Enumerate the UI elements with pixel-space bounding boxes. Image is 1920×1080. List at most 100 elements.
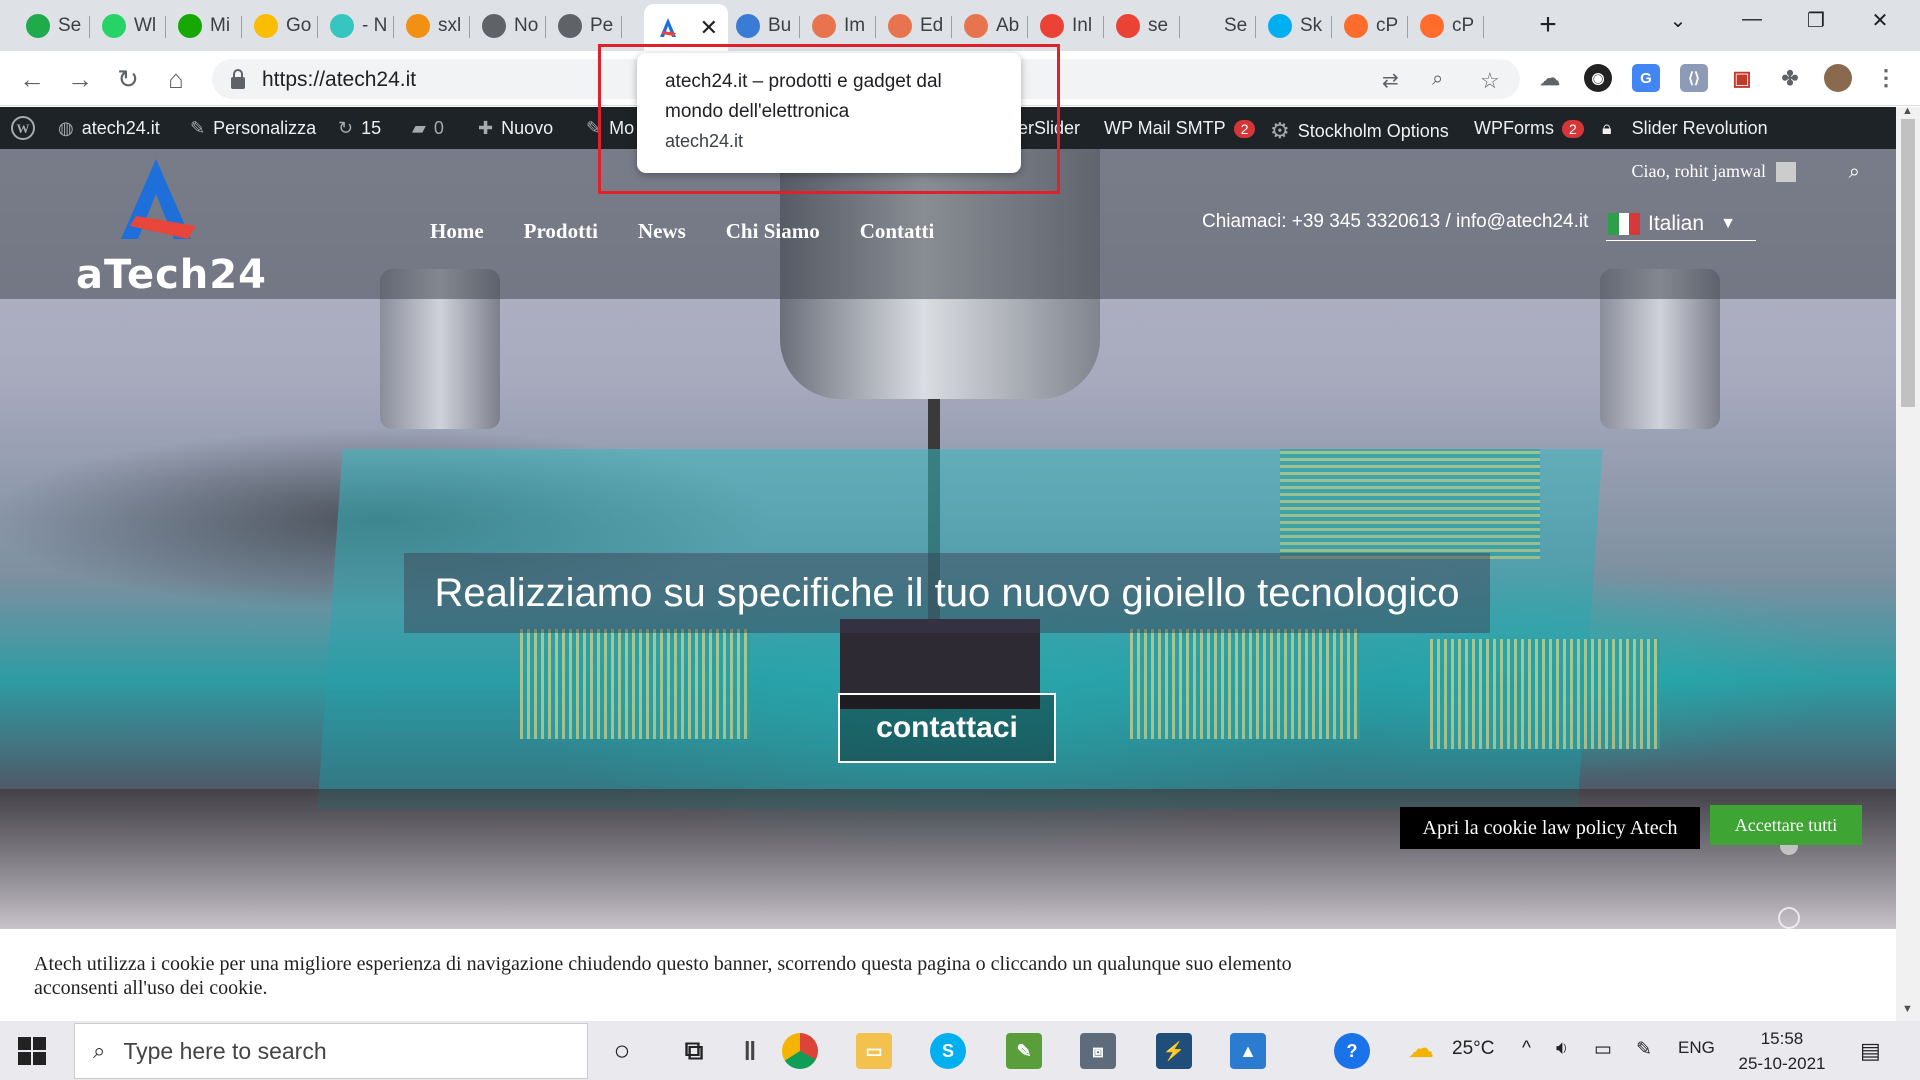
browser-tab[interactable]: Se <box>1180 6 1256 46</box>
phpmyadmin-icon <box>406 14 430 38</box>
notifications-icon[interactable]: ▤ <box>1860 1038 1881 1064</box>
taskbar-search[interactable]: ⌕ Type here to search <box>74 1023 588 1079</box>
accept-cookies-button[interactable]: Accettare tutti <box>1710 805 1862 845</box>
windows-start-icon[interactable] <box>18 1037 46 1065</box>
browser-tab[interactable]: No <box>470 6 546 46</box>
scroll-down-icon[interactable]: ▼ <box>1902 1003 1913 1015</box>
nav-news[interactable]: News <box>638 219 686 244</box>
photos-icon[interactable]: ▲ <box>1230 1033 1266 1069</box>
zoom-icon[interactable]: ⌕ <box>1432 68 1443 91</box>
tray-overflow-icon[interactable]: ^ <box>1522 1038 1531 1060</box>
extensions-puzzle-icon[interactable]: ✤ <box>1776 64 1804 92</box>
task-view-icon[interactable]: ⧉ <box>676 1033 712 1069</box>
browser-tab[interactable]: - N <box>318 6 394 46</box>
wp-comments[interactable]: ▰ 0 <box>412 118 444 139</box>
wp-wpforms[interactable]: WPForms 2 <box>1474 118 1584 139</box>
tab-search-icon[interactable]: ⌄ <box>1658 8 1698 33</box>
translate-icon[interactable]: ⇄ <box>1382 68 1399 93</box>
reload-icon[interactable]: ↻ <box>112 63 144 95</box>
contact-line: Chiamaci: +39 345 3320613 / info@atech24… <box>1202 211 1589 232</box>
browser-tab[interactable]: se <box>1104 6 1180 46</box>
wp-new[interactable]: ✚ Nuovo <box>478 118 553 139</box>
color-picker-extension-icon[interactable]: ◉ <box>1584 64 1612 92</box>
browser-tab[interactable]: Bu <box>724 6 800 46</box>
wp-updates[interactable]: ↻ 15 <box>338 118 381 139</box>
tab-label: - N <box>362 15 388 36</box>
volume-icon[interactable]: 🔉︎ <box>1556 1038 1568 1060</box>
scroll-up-icon[interactable]: ▲ <box>1902 105 1913 117</box>
search-icon[interactable]: ⌕ <box>1849 161 1860 184</box>
wordpress-icon: W <box>11 116 35 140</box>
file-explorer-icon[interactable]: ▭ <box>856 1033 892 1069</box>
scrollbar-thumb[interactable] <box>1901 119 1915 407</box>
browser-tab[interactable]: Pe <box>546 6 622 46</box>
pen-icon[interactable]: ✎ <box>1636 1038 1652 1061</box>
wp-mail-smtp[interactable]: WP Mail SMTP 2 <box>1104 118 1256 139</box>
new-tab-button[interactable]: + <box>1530 10 1566 42</box>
google-translate-extension-icon[interactable]: G <box>1632 64 1660 92</box>
browser-tab[interactable]: cP <box>1332 6 1408 46</box>
slide-title: Realizziamo su specifiche il tuo nuovo g… <box>404 553 1490 633</box>
search-icon: ⌕ <box>93 1038 106 1063</box>
atech-icon <box>656 16 680 40</box>
browser-tab[interactable]: Im <box>800 6 876 46</box>
back-icon[interactable]: ← <box>16 63 48 95</box>
cortana-icon[interactable]: ○ <box>604 1033 640 1069</box>
slider-nav-circle[interactable] <box>1778 907 1800 929</box>
temperature[interactable]: 25°C <box>1452 1038 1494 1060</box>
skype-icon[interactable]: S <box>930 1033 966 1069</box>
battery-icon[interactable]: ▭ <box>1594 1038 1612 1061</box>
profile-avatar[interactable] <box>1824 64 1852 92</box>
browser-tab[interactable]: Go <box>242 6 318 46</box>
image-editor-icon[interactable]: ✎ <box>1006 1033 1042 1069</box>
network-app-icon[interactable]: ⧈ <box>1080 1033 1116 1069</box>
chip-far-right-shape <box>1430 639 1660 749</box>
browser-tab[interactable]: sxl <box>394 6 470 46</box>
wp-customize[interactable]: ✎ Personalizza <box>190 118 316 139</box>
main-nav: Home Prodotti News Chi Siamo Contatti <box>430 219 974 244</box>
page-scrollbar[interactable]: ▲ ▼ <box>1896 105 1920 1021</box>
screenshot-extension-icon[interactable]: ▣ <box>1728 64 1756 92</box>
nav-home[interactable]: Home <box>430 219 484 244</box>
contattaci-button[interactable]: contattaci <box>838 693 1056 763</box>
cookie-policy-button[interactable]: Apri la cookie law policy Atech <box>1400 807 1700 849</box>
restore-icon[interactable]: ❐ <box>1796 8 1836 33</box>
bookmark-star-icon[interactable]: ☆ <box>1480 68 1500 94</box>
input-language[interactable]: ENG <box>1678 1038 1715 1058</box>
nav-contatti[interactable]: Contatti <box>860 219 935 244</box>
browser-tab[interactable]: Inl <box>1028 6 1104 46</box>
code-extension-icon[interactable]: ⟨⟩ <box>1680 64 1708 92</box>
weather-icon[interactable]: ☁ <box>1408 1033 1434 1064</box>
browser-tab[interactable]: Ab <box>952 6 1028 46</box>
clock[interactable]: 15:58 25-10-2021 <box>1732 1026 1832 1076</box>
wp-stockholm-options[interactable]: ⚙ Stockholm Options <box>1270 118 1449 144</box>
tab-label: No <box>514 15 539 36</box>
tab-label: Go <box>286 15 312 36</box>
home-icon[interactable]: ⌂ <box>160 63 192 95</box>
browser-tab[interactable]: Ed <box>876 6 952 46</box>
lock-icon: 🔒︎ <box>1602 118 1612 138</box>
help-icon[interactable]: ? <box>1334 1033 1370 1069</box>
browser-tab[interactable]: Se <box>14 6 90 46</box>
wp-site-name[interactable]: ◍ atech24.it <box>58 118 160 139</box>
browser-tab[interactable]: Mi <box>166 6 242 46</box>
forward-icon[interactable]: → <box>64 63 96 95</box>
browser-tab[interactable]: cP <box>1408 6 1484 46</box>
site-logo[interactable]: aTech24 <box>70 154 266 298</box>
remote-desktop-icon[interactable]: ⚡ <box>1156 1033 1192 1069</box>
extension-cloud-icon[interactable]: ☁ <box>1536 64 1564 92</box>
nav-chi-siamo[interactable]: Chi Siamo <box>726 219 820 244</box>
browser-tab[interactable]: Sk <box>1256 6 1332 46</box>
minimize-icon[interactable]: — <box>1732 8 1772 31</box>
chrome-icon[interactable] <box>782 1033 818 1069</box>
language-selector[interactable]: Italian ▼ <box>1606 207 1756 241</box>
browser-tab[interactable]: Wl <box>90 6 166 46</box>
url-text[interactable]: https://atech24.it <box>262 68 416 92</box>
close-tab-icon[interactable]: ✕ <box>700 15 718 41</box>
nav-prodotti[interactable]: Prodotti <box>524 219 598 244</box>
user-greeting[interactable]: Ciao, rohit jamwal <box>1632 161 1796 182</box>
wordpress-logo-icon[interactable]: W <box>10 115 36 141</box>
close-window-icon[interactable]: ✕ <box>1860 8 1900 33</box>
menu-dots-icon[interactable]: ⋮ <box>1872 64 1900 92</box>
wp-slider-revolution[interactable]: 🔒︎ Slider Revolution <box>1602 118 1768 139</box>
